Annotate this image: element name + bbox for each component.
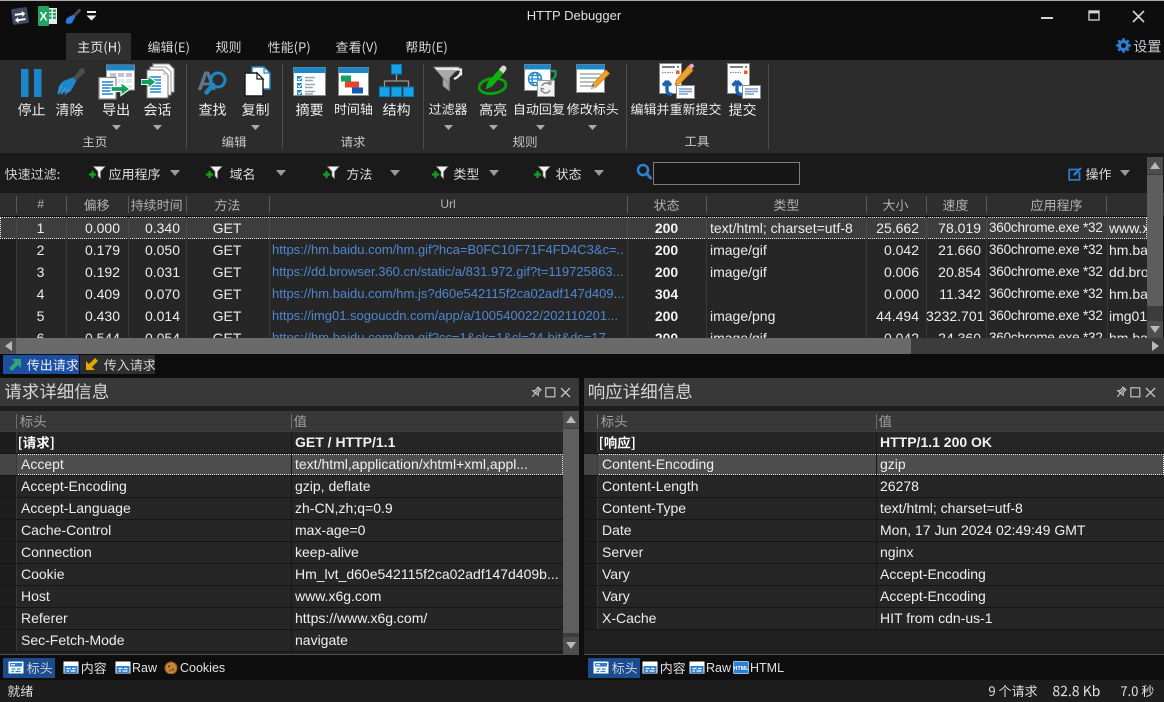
svg-text:HTML: HTML xyxy=(733,666,749,672)
svg-text:X: X xyxy=(39,10,47,24)
